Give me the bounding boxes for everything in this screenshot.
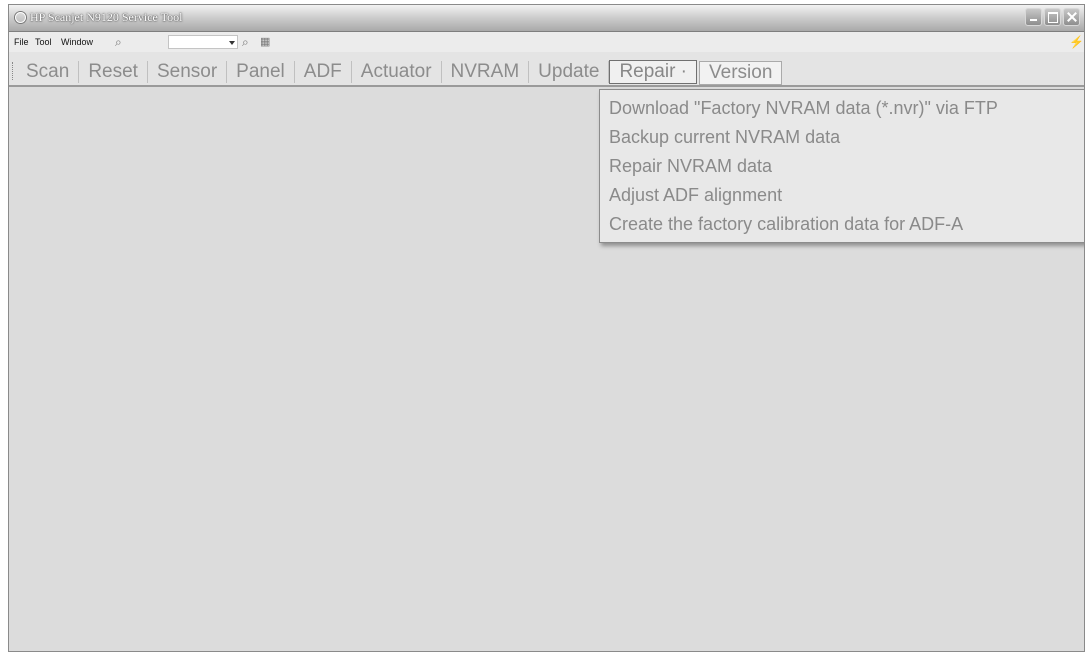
main-window: HP Scanjet N9120 Service Tool File Tool … [8,4,1085,652]
zoom-combo[interactable] [168,35,238,49]
repair-dropdown-menu: Download "Factory NVRAM data (*.nvr)" vi… [599,89,1084,243]
menu-item-adjust-adf-alignment[interactable]: Adjust ADF alignment [600,181,1084,210]
tab-nvram[interactable]: NVRAM [442,61,530,83]
tab-reset[interactable]: Reset [79,61,148,83]
menu-file[interactable]: File [14,37,29,47]
maximize-button[interactable] [1044,8,1061,26]
tab-update[interactable]: Update [529,61,610,83]
function-toolbar: Scan Reset Sensor Panel ADF Actuator NVR… [9,52,1084,87]
magnifier-icon[interactable]: ⌕ [115,35,122,49]
tab-panel[interactable]: Panel [227,61,295,83]
menu-window[interactable]: Window [61,37,93,47]
toolbar-grip[interactable] [12,62,15,80]
tab-actuator[interactable]: Actuator [352,61,442,83]
menu-tool[interactable]: Tool [35,37,52,47]
tab-repair[interactable]: Repair · [609,60,698,84]
minimize-button[interactable] [1025,8,1042,26]
window-title: HP Scanjet N9120 Service Tool [30,10,183,24]
window-controls [1025,8,1080,26]
title-bar[interactable]: HP Scanjet N9120 Service Tool [9,5,1084,32]
lightning-icon: ⚡ [1069,35,1084,49]
tab-adf[interactable]: ADF [295,61,352,83]
app-icon [15,12,26,23]
tab-sensor[interactable]: Sensor [148,61,228,83]
menu-item-create-calibration-adf-a[interactable]: Create the factory calibration data for … [600,210,1084,239]
tab-version[interactable]: Version [699,61,783,85]
close-button[interactable] [1063,8,1080,26]
toolbar-grid-icon[interactable]: ▦ [260,35,270,49]
function-tabs: Scan Reset Sensor Panel ADF Actuator NVR… [17,60,783,85]
chevron-down-icon[interactable] [229,41,235,45]
menu-bar: File Tool Window ⌕ ⌕ ▦ ⚡ [9,32,1084,52]
menu-item-repair-nvram[interactable]: Repair NVRAM data [600,152,1084,181]
tab-scan[interactable]: Scan [17,61,80,83]
menu-item-download-factory-nvram[interactable]: Download "Factory NVRAM data (*.nvr)" vi… [600,94,1084,123]
menu-item-backup-nvram[interactable]: Backup current NVRAM data [600,123,1084,152]
zoom-icon[interactable]: ⌕ [242,35,249,49]
